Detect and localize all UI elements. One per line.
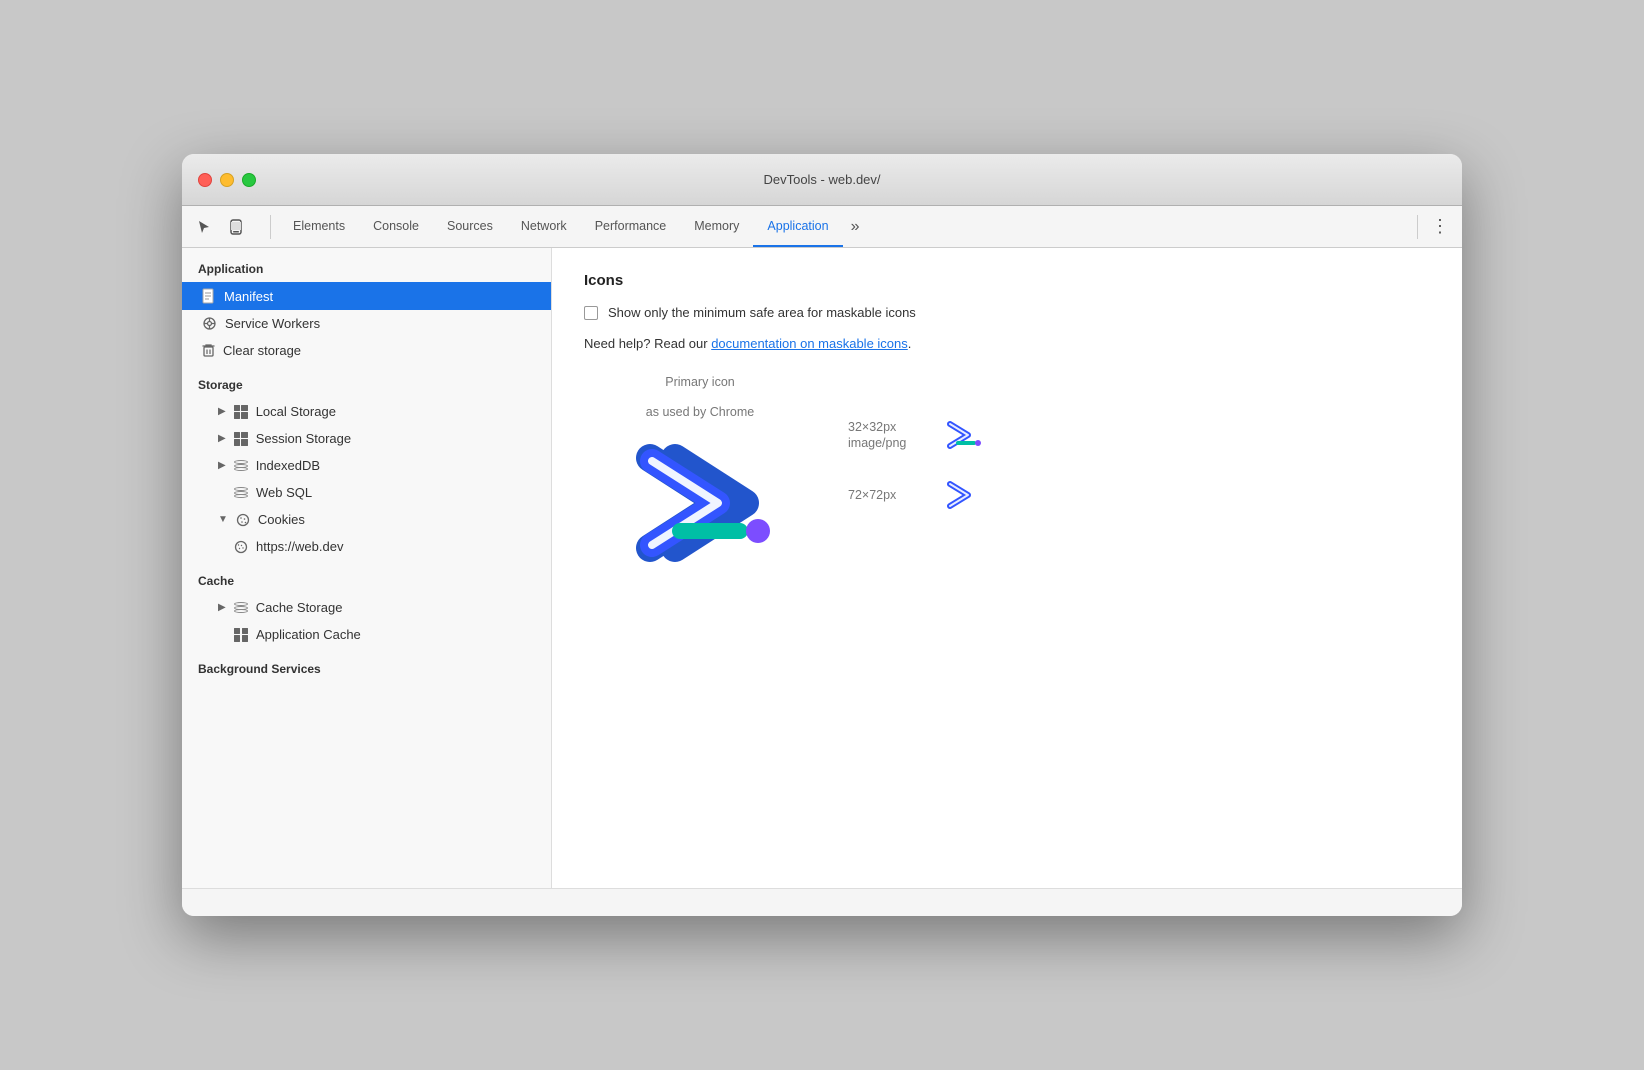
icon-32-size: 32×32px (848, 420, 918, 434)
traffic-lights (198, 173, 256, 187)
tabs-container: Elements Console Sources Network Perform… (279, 206, 1417, 247)
indexeddb-icon (234, 459, 248, 473)
sidebar-section-application: Application (182, 248, 551, 282)
icons-display: Primary icon as used by Chrome (584, 375, 1430, 583)
sidebar-item-web-sql[interactable]: Web SQL (182, 479, 551, 506)
sidebar-item-manifest[interactable]: Manifest (182, 282, 551, 310)
icons-heading: Icons (584, 272, 1430, 289)
devtools-window: DevTools - web.dev/ Elements (182, 154, 1462, 916)
minimize-button[interactable] (220, 173, 234, 187)
primary-icon-label: Primary icon (665, 375, 734, 389)
local-storage-icon (234, 405, 248, 419)
sidebar-section-cache: Cache (182, 560, 551, 594)
webdev-icon-72 (942, 478, 984, 512)
main-content: Application Manifest (182, 248, 1462, 888)
cookies-icon (236, 513, 250, 527)
sidebar-item-cookies[interactable]: ▼ Cookies (182, 506, 551, 533)
tab-more-button[interactable]: » (843, 206, 868, 247)
sidebar-item-service-workers[interactable]: Service Workers (182, 310, 551, 337)
sidebar-item-clear-storage[interactable]: Clear storage (182, 337, 551, 364)
more-options-button[interactable]: ⋮ (1426, 213, 1454, 241)
icon-72-row: 72×72px (848, 475, 988, 515)
sidebar-item-app-cache[interactable]: Application Cache (182, 621, 551, 648)
tab-performance[interactable]: Performance (581, 206, 681, 247)
webdev-icon-large (610, 433, 790, 573)
window-title: DevTools - web.dev/ (763, 172, 880, 187)
icon-32-type: image/png (848, 436, 918, 450)
sidebar-item-cookies-url[interactable]: https://web.dev (182, 533, 551, 560)
manifest-icon (202, 288, 216, 304)
primary-icon-column: Primary icon as used by Chrome (600, 375, 800, 583)
mobile-tool[interactable] (222, 213, 250, 241)
icon-72-size: 72×72px (848, 488, 918, 502)
main-panel: Icons Show only the minimum safe area fo… (552, 248, 1462, 888)
sidebar-section-background: Background Services (182, 648, 551, 682)
toolbar-separator (270, 215, 271, 239)
sidebar-item-cache-storage[interactable]: ▶ Cache Storage (182, 594, 551, 621)
tab-memory[interactable]: Memory (680, 206, 753, 247)
maskable-icons-checkbox-row: Show only the minimum safe area for mask… (584, 305, 1430, 320)
clear-storage-icon (202, 343, 215, 358)
sidebar-item-local-storage[interactable]: ▶ Local Storage (182, 398, 551, 425)
help-text: Need help? Read our documentation on mas… (584, 336, 1430, 351)
icon-72-info: 72×72px (848, 488, 918, 502)
close-button[interactable] (198, 173, 212, 187)
tab-network[interactable]: Network (507, 206, 581, 247)
primary-icon-display (600, 423, 800, 583)
local-storage-expand: ▶ (218, 406, 226, 417)
icon-32-info: 32×32px image/png (848, 420, 918, 450)
cache-storage-expand: ▶ (218, 602, 226, 613)
sidebar: Application Manifest (182, 248, 552, 888)
sidebar-item-indexeddb[interactable]: ▶ IndexedDB (182, 452, 551, 479)
chrome-usage-label: as used by Chrome (646, 405, 754, 419)
service-workers-icon (202, 316, 217, 331)
session-storage-icon (234, 432, 248, 446)
small-icons-column: 32×32px image/png (848, 375, 988, 515)
devtools-toolbar (190, 213, 250, 241)
sidebar-section-storage: Storage (182, 364, 551, 398)
tab-sources[interactable]: Sources (433, 206, 507, 247)
webdev-icon-32 (942, 418, 984, 452)
icon-32-row: 32×32px image/png (848, 415, 988, 455)
tab-console[interactable]: Console (359, 206, 433, 247)
maskable-icons-label: Show only the minimum safe area for mask… (608, 305, 916, 320)
session-storage-expand: ▶ (218, 433, 226, 444)
maximize-button[interactable] (242, 173, 256, 187)
cursor-tool[interactable] (190, 213, 218, 241)
tab-elements[interactable]: Elements (279, 206, 359, 247)
app-cache-icon (234, 628, 248, 642)
indexeddb-expand: ▶ (218, 460, 226, 471)
status-bar (182, 888, 1462, 916)
icon-72-display (938, 475, 988, 515)
cookies-url-icon (234, 540, 248, 554)
maskable-icons-checkbox[interactable] (584, 306, 598, 320)
docs-link[interactable]: documentation on maskable icons (711, 336, 908, 351)
cookies-expand: ▼ (218, 514, 228, 525)
cache-storage-icon (234, 601, 248, 615)
sidebar-item-session-storage[interactable]: ▶ Session Storage (182, 425, 551, 452)
icon-32-display (938, 415, 988, 455)
end-separator (1417, 215, 1418, 239)
tab-application[interactable]: Application (753, 206, 842, 247)
titlebar: DevTools - web.dev/ (182, 154, 1462, 206)
tabbar-end: ⋮ (1417, 213, 1454, 241)
web-sql-icon (234, 486, 248, 500)
tabbar: Elements Console Sources Network Perform… (182, 206, 1462, 248)
